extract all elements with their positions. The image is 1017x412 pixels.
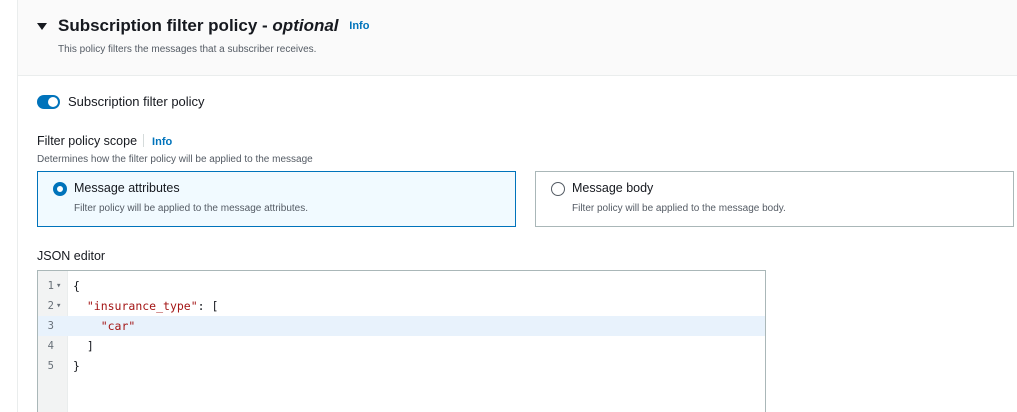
filter-scope-label-text: Filter policy scope — [37, 134, 138, 148]
code-line[interactable]: 2 ▾ "insurance_type": [ — [38, 296, 765, 316]
code-text: } — [73, 356, 80, 376]
radio-tile-message-attributes[interactable]: Message attributes Filter policy will be… — [37, 171, 516, 227]
tile-title: Message attributes — [74, 181, 180, 195]
line-number: 5 — [47, 360, 54, 372]
section-title-text: Subscription filter policy — [58, 16, 258, 35]
section-title-separator: - — [257, 16, 273, 35]
filter-scope-label: Filter policy scope Info — [37, 134, 172, 148]
section-info-link[interactable]: Info — [349, 20, 369, 32]
filter-scope-description: Determines how the filter policy will be… — [37, 154, 313, 165]
toggle-label: Subscription filter policy — [68, 94, 205, 109]
code-line[interactable]: 4 ] — [38, 336, 765, 356]
fold-down-icon[interactable]: ▾ — [56, 276, 66, 296]
subscription-filter-panel: Subscription filter policy - optional In… — [17, 0, 1017, 412]
filter-policy-toggle[interactable] — [37, 95, 60, 109]
code-token: } — [73, 359, 80, 373]
tile-title: Message body — [572, 181, 654, 195]
section-title-optional: optional — [272, 16, 339, 35]
code-line[interactable]: 5 } — [38, 356, 765, 376]
json-editor[interactable]: 1 ▾ { 2 ▾ "insurance_type": [ 3 "car" 4 … — [37, 270, 766, 412]
scope-info-link[interactable]: Info — [152, 136, 172, 148]
code-line-active[interactable]: 3 "car" — [38, 316, 765, 336]
caret-down-icon[interactable] — [37, 23, 47, 30]
radio-message-attributes[interactable] — [53, 182, 67, 196]
code-token: { — [73, 279, 80, 293]
code-text: { — [73, 276, 80, 296]
code-text: "insurance_type": [ — [73, 296, 219, 316]
code-text: ] — [73, 336, 94, 356]
section-description: This policy filters the messages that a … — [58, 44, 317, 55]
code-string: "car" — [100, 319, 136, 333]
tile-description: Filter policy will be applied to the mes… — [74, 203, 309, 214]
line-number: 3 — [47, 320, 54, 332]
code-token: ] — [86, 339, 94, 353]
toggle-knob — [48, 97, 58, 107]
tile-description: Filter policy will be applied to the mes… — [572, 203, 786, 214]
fold-down-icon[interactable]: ▾ — [56, 296, 66, 316]
code-token: : [ — [197, 299, 219, 313]
radio-tile-message-body[interactable]: Message body Filter policy will be appli… — [535, 171, 1014, 227]
code-line[interactable]: 1 ▾ { — [38, 276, 765, 296]
code-text: "car" — [73, 316, 136, 336]
radio-message-body[interactable] — [551, 182, 565, 196]
json-editor-label: JSON editor — [37, 249, 106, 263]
section-title: Subscription filter policy - optional In… — [58, 16, 369, 36]
line-number: 4 — [47, 340, 54, 352]
code-string: "insurance_type" — [86, 299, 198, 313]
section-header[interactable]: Subscription filter policy - optional In… — [18, 0, 1017, 76]
divider — [143, 134, 145, 147]
